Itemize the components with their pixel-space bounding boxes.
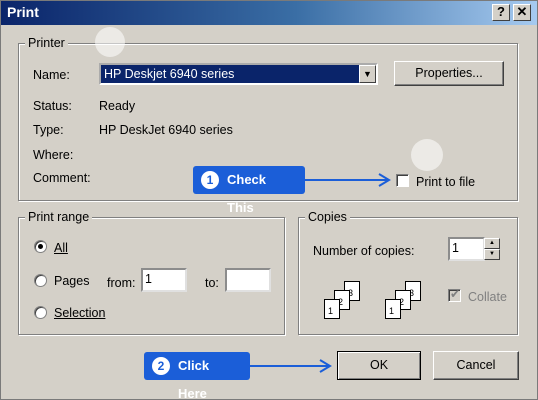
spin-up-icon[interactable]: ▲ (484, 238, 500, 249)
cancel-button-label: Cancel (456, 358, 496, 372)
print-to-file-label[interactable]: Print to file (416, 175, 475, 189)
arrow-right-icon (250, 359, 332, 373)
print-range-group-label: Print range (25, 210, 93, 224)
type-value: HP DeskJet 6940 series (99, 123, 233, 137)
collate-page-1: 1 (324, 299, 340, 319)
ok-button[interactable]: OK (337, 351, 421, 380)
copies-group-label: Copies (305, 210, 350, 224)
arrow-right-icon (305, 173, 391, 187)
radio-pages[interactable] (34, 274, 47, 287)
collate-page-1: 1 (385, 299, 401, 319)
highlight-spot (95, 27, 125, 57)
callout-text: Check This (227, 172, 267, 215)
to-label: to: (205, 276, 219, 290)
radio-all[interactable] (34, 240, 47, 253)
properties-button[interactable]: Properties... (394, 61, 504, 86)
print-dialog: Print ? ✕ Printer Name: HP Deskjet 6940 … (0, 0, 538, 400)
collate-checkbox[interactable]: ✔ (448, 287, 461, 302)
printer-name-value: HP Deskjet 6940 series (104, 67, 235, 81)
where-label: Where: (33, 148, 74, 162)
to-input[interactable] (225, 268, 271, 292)
from-label: from: (107, 276, 136, 290)
radio-all-label[interactable]: All (54, 241, 68, 255)
callout-number: 1 (201, 171, 219, 189)
highlight-spot (411, 139, 443, 171)
ok-button-label: OK (369, 358, 389, 372)
callout-check-this: 1 Check This (193, 166, 305, 215)
spin-down-icon[interactable]: ▼ (484, 249, 500, 260)
radio-pages-label[interactable]: Pages (54, 274, 89, 288)
collate-label: Collate (468, 290, 507, 304)
callout-text: Click Here (178, 358, 210, 400)
callout-click-here: 2 Click Here (144, 352, 250, 400)
checkmark-icon: ✔ (450, 287, 461, 301)
comment-label: Comment: (33, 171, 91, 185)
printer-name-label: Name: (33, 68, 70, 82)
status-label: Status: (33, 99, 72, 113)
cancel-button[interactable]: Cancel (433, 351, 519, 380)
callout-number: 2 (152, 357, 170, 375)
number-of-copies-label: Number of copies: (313, 244, 415, 258)
close-button[interactable]: ✕ (513, 4, 531, 21)
type-label: Type: (33, 123, 64, 137)
printer-group-label: Printer (25, 36, 68, 50)
help-button[interactable]: ? (492, 4, 510, 21)
title-bar[interactable]: Print ? ✕ (1, 1, 537, 25)
from-input[interactable]: 1 (141, 268, 187, 292)
copies-input[interactable]: 1 (448, 237, 485, 261)
status-value: Ready (99, 99, 136, 113)
properties-button-label: Properties... (415, 66, 483, 80)
window-title: Print (7, 4, 39, 20)
chevron-down-icon[interactable]: ▼ (359, 65, 376, 83)
print-to-file-checkbox[interactable] (396, 174, 409, 187)
radio-selection[interactable] (34, 306, 47, 319)
radio-selection-label[interactable]: Selection (54, 306, 105, 320)
printer-name-select[interactable]: HP Deskjet 6940 series ▼ (99, 63, 378, 85)
